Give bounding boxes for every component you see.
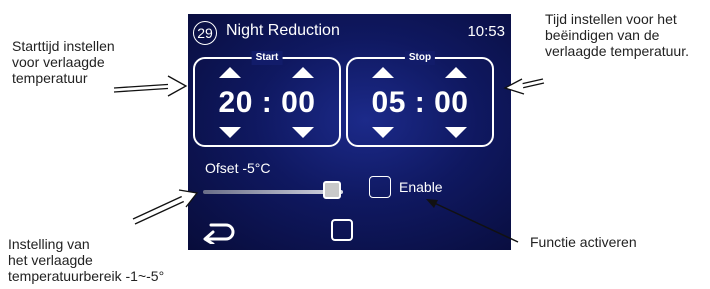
- stop-time-value: 05 : 00: [371, 86, 469, 119]
- range-annotation: Instelling van het verlaagde temperatuur…: [8, 236, 165, 284]
- offset-label: Ofset -5°C: [205, 160, 271, 176]
- stop-minute-down-icon[interactable]: [445, 127, 467, 138]
- start-minute-down-icon[interactable]: [292, 127, 314, 138]
- stop-time-annotation: Tijd instellen voor het beëindigen van d…: [545, 11, 689, 59]
- enable-checkbox[interactable]: [369, 176, 391, 198]
- start-label: Start: [251, 51, 283, 65]
- title-bar: 29 Night Reduction 10:53: [188, 14, 511, 50]
- enable-label: Enable: [399, 179, 443, 195]
- stop-label: Stop: [404, 51, 436, 65]
- screen-number-badge: 29: [193, 21, 217, 45]
- offset-slider-thumb[interactable]: [322, 181, 341, 199]
- start-pointer-arrow-icon: [113, 75, 188, 97]
- start-time-annotation: Starttijd instellen voor verlaagde tempe…: [12, 38, 115, 86]
- device-screen: 29 Night Reduction 10:53 Start 20 : 00 S…: [188, 14, 511, 250]
- start-minute-up-icon[interactable]: [292, 67, 314, 78]
- enable-annotation: Functie activeren: [530, 234, 637, 250]
- start-hour-down-icon[interactable]: [219, 127, 241, 138]
- stop-minute-up-icon[interactable]: [445, 67, 467, 78]
- start-time-box: Start 20 : 00: [193, 51, 341, 147]
- start-hour-up-icon[interactable]: [219, 67, 241, 78]
- clock: 10:53: [467, 23, 505, 40]
- back-arrow-icon: [203, 223, 235, 246]
- back-button[interactable]: [202, 220, 238, 246]
- screen-title: Night Reduction: [226, 22, 340, 39]
- stop-hour-down-icon[interactable]: [372, 127, 394, 138]
- home-button[interactable]: [331, 219, 353, 241]
- stop-time-box: Stop 05 : 00: [346, 51, 494, 147]
- stop-hour-up-icon[interactable]: [372, 67, 394, 78]
- start-time-value: 20 : 00: [218, 86, 316, 119]
